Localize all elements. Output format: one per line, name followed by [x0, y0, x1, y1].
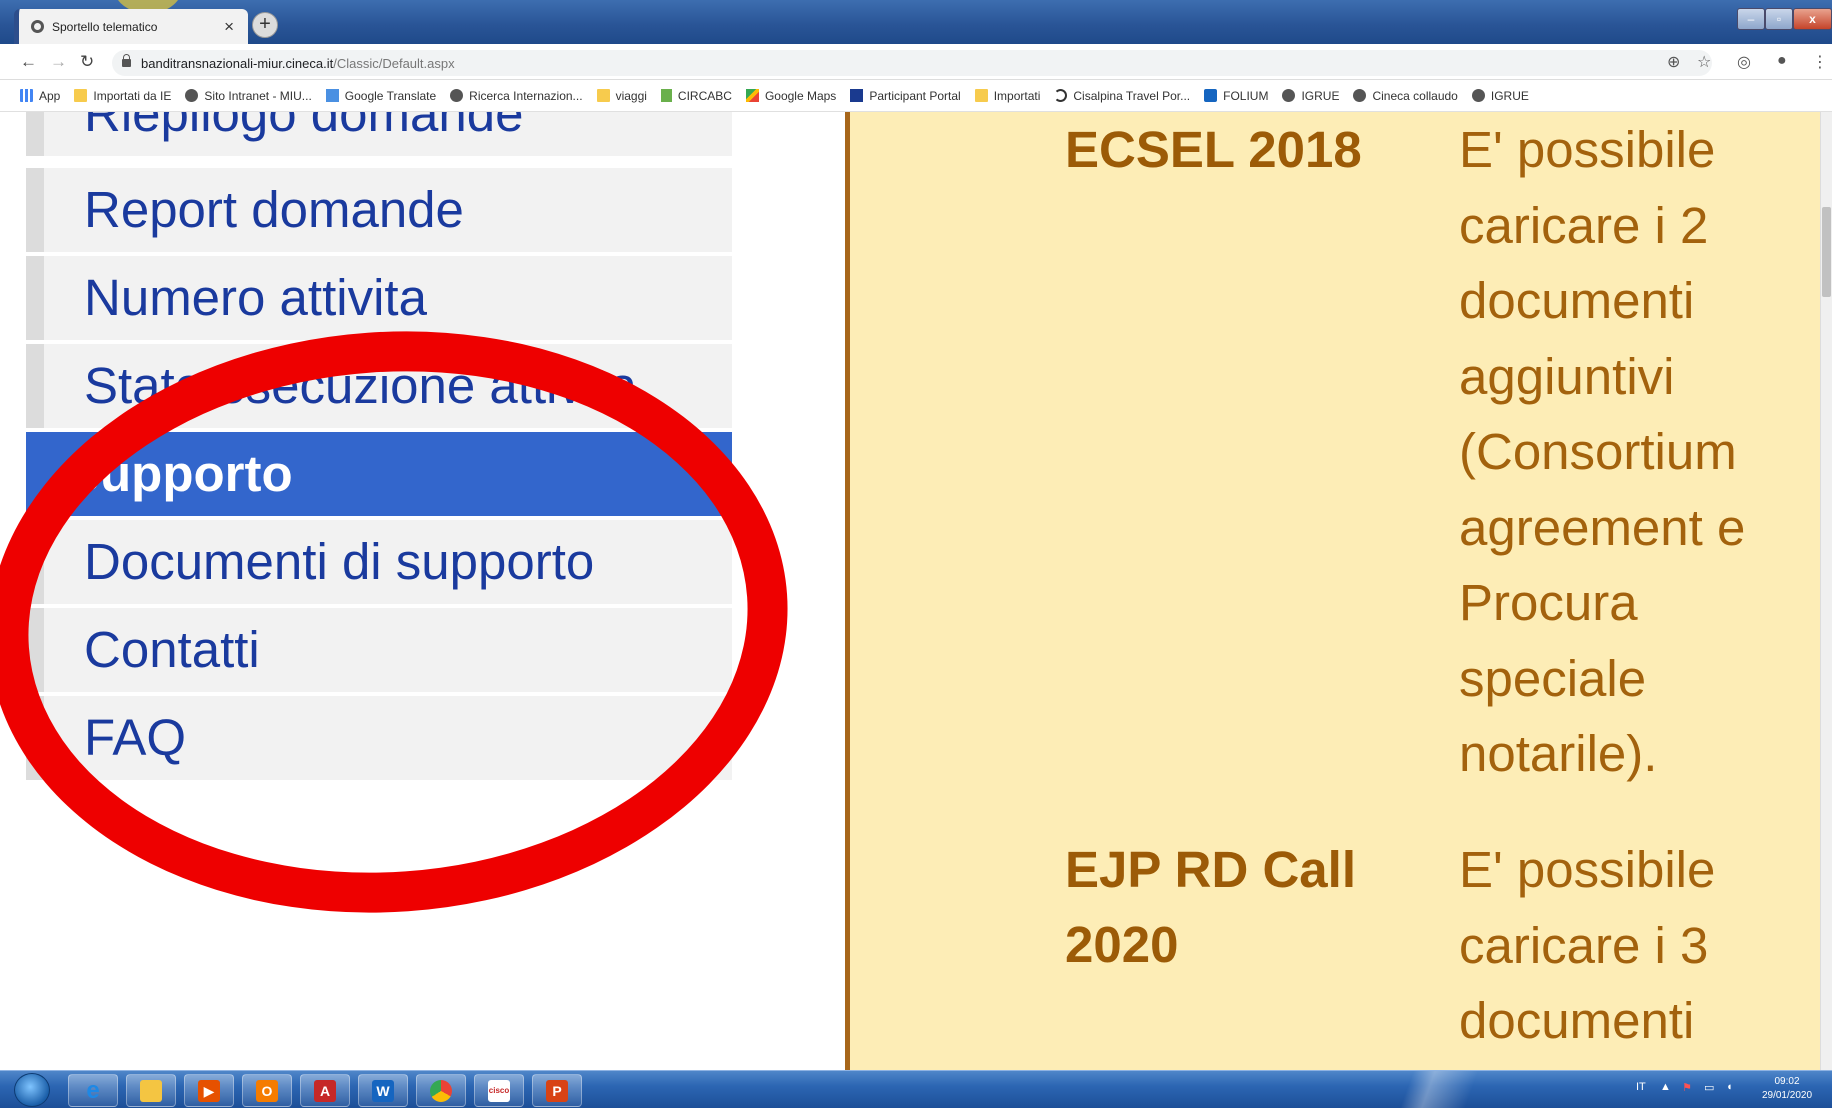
chrome-icon[interactable]: [416, 1074, 466, 1107]
bookmark-igrue[interactable]: IGRUE: [1282, 89, 1339, 103]
outlook-icon[interactable]: O: [242, 1074, 292, 1107]
translate-icon: [325, 89, 339, 102]
folder-icon: [596, 89, 610, 102]
globe-icon: [1353, 89, 1367, 102]
media-player-icon[interactable]: ▶: [184, 1074, 234, 1107]
bookmark-participant-portal[interactable]: Participant Portal: [850, 89, 961, 103]
volume-icon[interactable]: ◖: [1726, 1081, 1733, 1093]
maps-icon: [745, 89, 759, 102]
menu-item-report-domande[interactable]: Report domande: [26, 168, 732, 252]
call-name: ECSEL 2018: [1065, 121, 1362, 178]
globe-icon: [31, 20, 44, 33]
taskbar-sheen: [1240, 1071, 1660, 1108]
tab-title: Sportello telematico: [52, 19, 158, 34]
profile-icon[interactable]: ●: [1777, 52, 1787, 70]
folder-icon: [74, 89, 88, 102]
bookmark-ricerca-internazionale[interactable]: Ricerca Internazion...: [450, 89, 583, 103]
url-host: banditransnazionali-miur.cineca.it: [141, 55, 334, 71]
powerpoint-icon[interactable]: P: [532, 1074, 582, 1107]
cisco-icon[interactable]: cisco: [474, 1074, 524, 1107]
lock-icon: [122, 54, 131, 67]
forward-arrow-icon[interactable]: →: [50, 52, 67, 72]
back-arrow-icon[interactable]: ←: [20, 52, 37, 72]
bookmark-igrue-2[interactable]: IGRUE: [1471, 89, 1529, 103]
language-indicator[interactable]: IT: [1636, 1081, 1646, 1093]
folder-icon: [974, 89, 988, 102]
circabc-icon: [660, 89, 672, 102]
clock-date: 29/01/2020: [1761, 1090, 1813, 1101]
close-window-button[interactable]: x: [1793, 8, 1832, 30]
access-icon[interactable]: A: [300, 1074, 350, 1107]
globe-icon: [1471, 89, 1485, 102]
eu-icon: [850, 89, 864, 102]
maximize-button[interactable]: ▫: [1765, 8, 1793, 30]
menu-section-supporto: Supporto: [26, 432, 732, 516]
address-bar: ← → ↻ banditransnazionali-miur.cineca.it…: [0, 44, 1832, 80]
bookmark-circabc[interactable]: CIRCABC: [660, 89, 732, 103]
bookmark-app[interactable]: App: [20, 89, 60, 103]
browser-title-bar: Sportello telematico × + – ▫ x: [0, 0, 1832, 44]
bookmark-star-icon[interactable]: ☆: [1697, 52, 1711, 72]
file-explorer-icon[interactable]: [126, 1074, 176, 1107]
bookmark-google-maps[interactable]: Google Maps: [745, 89, 836, 103]
url-path: /Classic/Default.aspx: [333, 55, 455, 71]
page-scrollbar[interactable]: [1820, 112, 1832, 1070]
bookmarks-bar: App Importati da IE Sito Intranet - MIU.…: [0, 80, 1832, 112]
windows-taskbar: e ▶ O A W cisco P IT ▲ ⚑ ▭ ◖ 09:02 29/01…: [0, 1070, 1832, 1108]
call-description: E' possibile caricare i 2 documenti aggi…: [1459, 121, 1746, 782]
menu-dots-icon[interactable]: ⋮: [1812, 52, 1828, 72]
bookmark-sito-intranet[interactable]: Sito Intranet - MIU...: [185, 89, 312, 103]
bookmark-folium[interactable]: FOLIUM: [1204, 89, 1268, 103]
menu-item-stato-esecuzione-attivita[interactable]: Stato esecuzione attivita: [26, 344, 732, 428]
bookmark-importati[interactable]: Importati: [974, 89, 1040, 103]
internet-explorer-icon[interactable]: e: [68, 1074, 118, 1107]
folium-icon: [1204, 89, 1218, 102]
menu-item-riepilogo-domande[interactable]: Riepilogo domande: [26, 112, 732, 156]
globe-icon: [1282, 89, 1296, 102]
action-center-flag-icon[interactable]: ⚑: [1682, 1081, 1692, 1094]
menu-item-numero-attivita[interactable]: Numero attivita: [26, 256, 732, 340]
bookmark-google-translate[interactable]: Google Translate: [325, 89, 436, 103]
new-tab-button[interactable]: +: [252, 12, 278, 38]
start-button-icon[interactable]: [14, 1073, 50, 1107]
network-icon[interactable]: ▭: [1704, 1081, 1714, 1094]
minimize-button[interactable]: –: [1737, 8, 1765, 30]
globe-icon: [450, 89, 464, 102]
call-description: E' possibile caricare i 3 documenti aggi…: [1459, 841, 1716, 1070]
page-content: Riepilogo domande Report domande Numero …: [0, 112, 1832, 1070]
browser-tab[interactable]: Sportello telematico ×: [14, 9, 248, 44]
reload-icon[interactable]: ↻: [80, 52, 94, 72]
bookmark-cisalpina-travel[interactable]: Cisalpina Travel Por...: [1054, 89, 1190, 103]
globe-icon: [185, 89, 199, 102]
bookmark-cineca-collaudo[interactable]: Cineca collaudo: [1353, 89, 1458, 103]
tab-close-icon[interactable]: ×: [224, 17, 234, 37]
menu-item-faq[interactable]: FAQ: [26, 696, 732, 780]
extension-icon[interactable]: ◎: [1737, 52, 1751, 72]
clock-time: 09:02: [1774, 1076, 1800, 1087]
scrollbar-thumb[interactable]: [1822, 207, 1831, 297]
show-hidden-icons-icon[interactable]: ▲: [1660, 1081, 1671, 1093]
notice-box: ECSEL 2018 E' possibile caricare i 2 doc…: [845, 112, 1832, 1070]
word-icon[interactable]: W: [358, 1074, 408, 1107]
cisalpina-icon: [1054, 89, 1068, 102]
bookmark-viaggi[interactable]: viaggi: [596, 89, 647, 103]
url-field[interactable]: banditransnazionali-miur.cineca.it/Class…: [112, 50, 1712, 76]
menu-item-documenti-di-supporto[interactable]: Documenti di supporto: [26, 520, 732, 604]
zoom-icon[interactable]: ⊕: [1667, 52, 1680, 72]
system-clock[interactable]: 09:02 29/01/2020: [1752, 1075, 1822, 1103]
call-name: EJP RD Call 2020: [1065, 841, 1357, 973]
apps-icon: [20, 89, 33, 102]
menu-item-contatti[interactable]: Contatti: [26, 608, 732, 692]
bookmark-importati-da-ie[interactable]: Importati da IE: [74, 89, 171, 103]
